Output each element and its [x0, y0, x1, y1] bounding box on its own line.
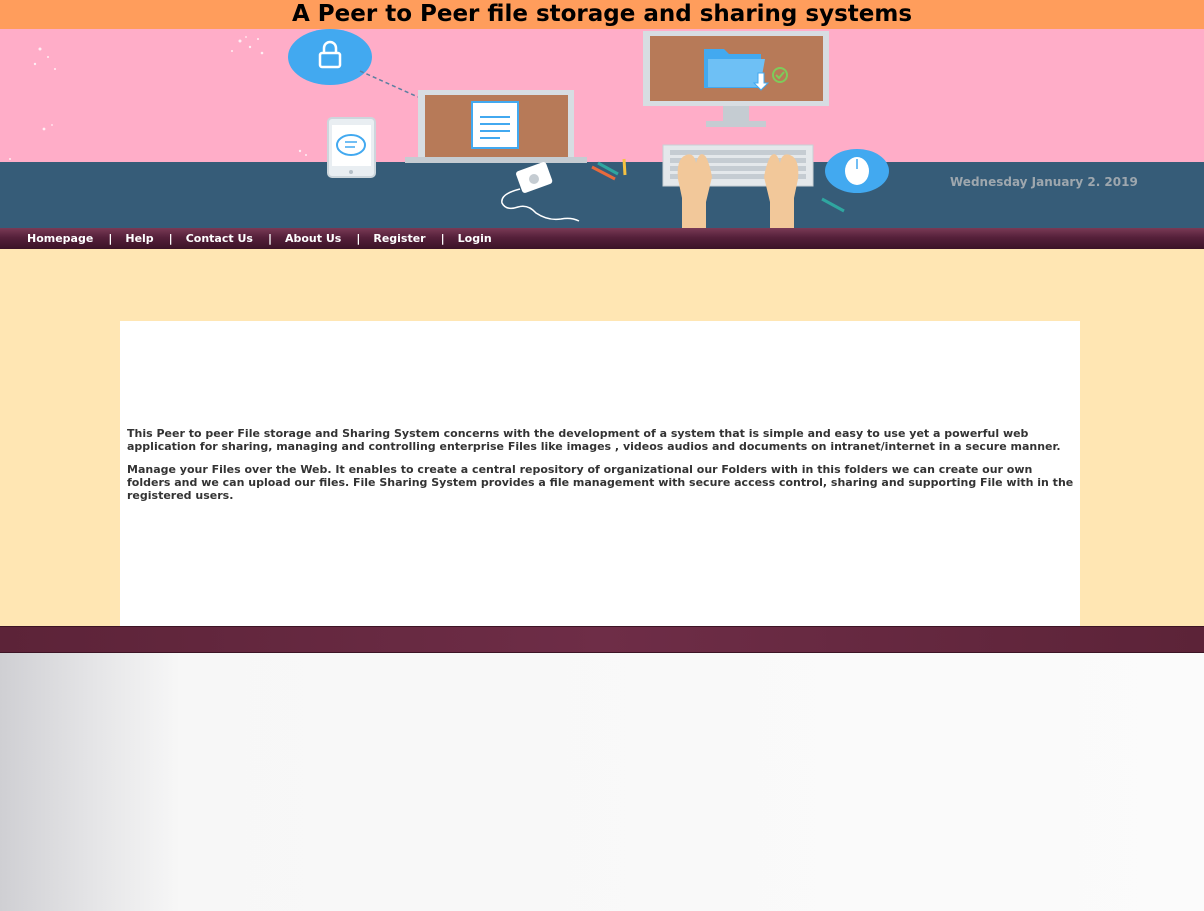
main-nav: Homepage | Help | Contact Us | About Us … [0, 228, 1204, 249]
nav-separator: | [108, 232, 113, 245]
nav-separator: | [440, 232, 445, 245]
nav-separator: | [267, 232, 272, 245]
document-icon [405, 90, 587, 163]
main-content-area: This Peer to peer File storage and Shari… [0, 249, 1204, 626]
current-date: Wednesday January 2. 2019 [950, 175, 1138, 189]
intro-paragraph: This Peer to peer File storage and Shari… [127, 427, 1061, 453]
nav-homepage[interactable]: Homepage [27, 228, 93, 249]
nav-help[interactable]: Help [125, 228, 153, 249]
nav-separator: | [356, 232, 361, 245]
nav-contact-us[interactable]: Contact Us [186, 228, 253, 249]
nav-register[interactable]: Register [373, 228, 425, 249]
mouse-icon [825, 149, 889, 193]
nav-separator: | [168, 232, 173, 245]
content-panel: This Peer to peer File storage and Shari… [120, 321, 1080, 626]
header-banner: Wednesday January 2. 2019 [0, 29, 1204, 228]
title-bar: A Peer to Peer file storage and sharing … [0, 0, 1204, 29]
features-paragraph: Manage your Files over the Web. It enabl… [127, 463, 1074, 502]
page-title: A Peer to Peer file storage and sharing … [291, 1, 913, 27]
nav-about-us[interactable]: About Us [285, 228, 341, 249]
nav-login[interactable]: Login [458, 228, 492, 249]
footer-bar [0, 626, 1204, 653]
chat-icon [327, 117, 376, 178]
